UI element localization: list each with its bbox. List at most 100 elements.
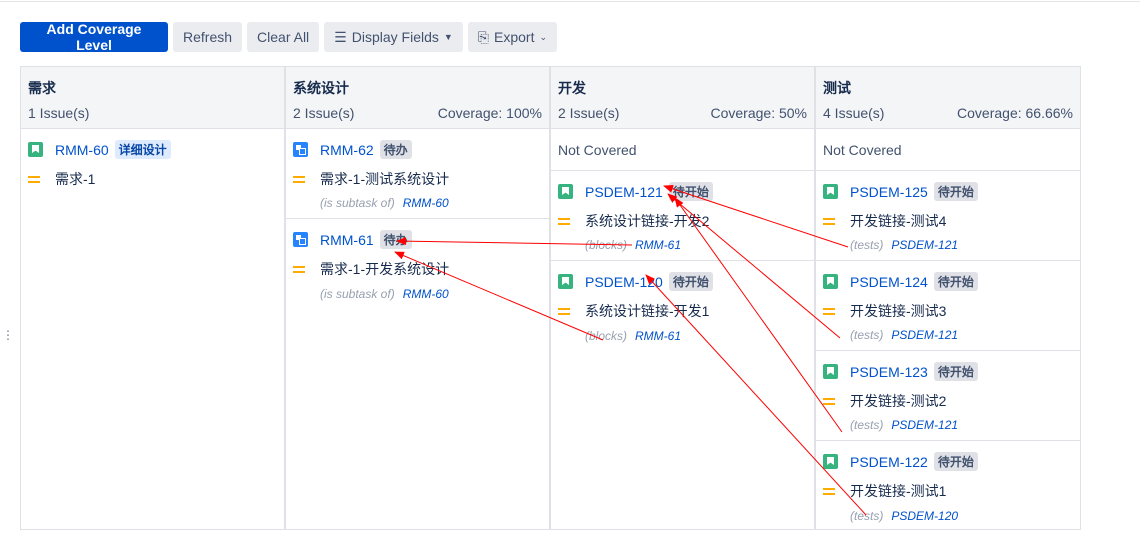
story-icon <box>558 184 573 199</box>
export-button[interactable]: ⎘ Export ⌄ <box>467 22 558 52</box>
status-badge: 详细设计 <box>114 140 171 159</box>
column-title: 系统设计 <box>293 80 349 96</box>
chevron-down-icon: ⌄ <box>539 31 548 42</box>
linked-issue-link[interactable]: RMM-61 <box>635 238 681 252</box>
status-badge: 待开始 <box>933 362 978 381</box>
status-badge: 待开始 <box>933 272 978 291</box>
coverage-column-requirements: 需求 1 Issue(s) RMM-60 详细设计 需求-1 <box>20 66 285 530</box>
linked-issue-link[interactable]: RMM-60 <box>403 196 449 210</box>
issue-card: PSDEM-120 待开始 系统设计链接-开发1 (blocks) RMM-61 <box>551 261 814 351</box>
issue-key-link[interactable]: PSDEM-121 <box>585 184 663 200</box>
priority-medium-icon <box>293 175 305 183</box>
subtask-icon <box>293 142 308 157</box>
issue-key-link[interactable]: RMM-61 <box>320 232 374 248</box>
link-relation: (is subtask of) <box>320 196 395 210</box>
story-icon <box>823 274 838 289</box>
issue-summary: 系统设计链接-开发1 <box>585 303 710 319</box>
add-coverage-level-button[interactable]: Add Coverage Level <box>20 21 168 53</box>
issue-summary: 系统设计链接-开发2 <box>585 213 710 229</box>
issue-card: PSDEM-125 待开始 开发链接-测试4 (tests) PSDEM-121 <box>816 171 1080 261</box>
issue-summary: 需求-1-测试系统设计 <box>320 171 450 187</box>
issue-key-link[interactable]: RMM-60 <box>55 142 109 158</box>
link-relation: (tests) <box>850 328 884 342</box>
status-badge: 待开始 <box>933 452 978 471</box>
issue-key-link[interactable]: PSDEM-125 <box>850 184 928 200</box>
priority-medium-icon <box>293 265 305 273</box>
issue-count: 2 Issue(s) <box>293 105 355 121</box>
not-covered-cell: Not Covered <box>551 129 814 171</box>
priority-medium-icon <box>823 307 835 315</box>
priority-medium-icon <box>823 487 835 495</box>
column-header: 系统设计 2 Issue(s) Coverage: 100% <box>286 67 549 129</box>
story-icon <box>558 274 573 289</box>
priority-medium-icon <box>558 307 570 315</box>
issue-key-link[interactable]: RMM-62 <box>320 142 374 158</box>
status-badge: 待开始 <box>668 182 713 201</box>
issue-summary: 开发链接-测试4 <box>850 213 947 229</box>
coverage-column-testing: 测试 4 Issue(s) Coverage: 66.66% Not Covered… <box>815 66 1081 530</box>
issue-card: PSDEM-121 待开始 系统设计链接-开发2 (blocks) RMM-61 <box>551 171 814 261</box>
issue-key-link[interactable]: PSDEM-120 <box>585 274 663 290</box>
coverage-column-development: 开发 2 Issue(s) Coverage: 50% Not Covered PS… <box>550 66 815 530</box>
priority-medium-icon <box>558 217 570 225</box>
issue-key-link[interactable]: PSDEM-122 <box>850 454 928 470</box>
column-title: 需求 <box>28 80 56 96</box>
issue-summary: 开发链接-测试3 <box>850 303 947 319</box>
coverage-column-system-design: 系统设计 2 Issue(s) Coverage: 100% RMM-62 待办 需求… <box>285 66 550 530</box>
link-relation: (blocks) <box>585 329 628 343</box>
linked-issue-link[interactable]: PSDEM-121 <box>891 418 958 432</box>
column-header: 开发 2 Issue(s) Coverage: 50% <box>551 67 814 129</box>
status-badge: 待办 <box>379 230 412 249</box>
coverage-value: Coverage: 66.66% <box>957 105 1073 121</box>
issue-card: PSDEM-123 待开始 开发链接-测试2 (tests) PSDEM-121 <box>816 351 1080 441</box>
linked-issue-link[interactable]: PSDEM-120 <box>891 509 958 523</box>
issue-card: RMM-61 待办 需求-1-开发系统设计 (is subtask of) RMM-… <box>286 219 549 309</box>
status-badge: 待办 <box>379 140 412 159</box>
resize-handle[interactable]: ⋮ <box>2 329 14 341</box>
status-badge: 待开始 <box>933 182 978 201</box>
issue-card: RMM-62 待办 需求-1-测试系统设计 (is subtask of) RMM-… <box>286 129 549 219</box>
display-fields-button[interactable]: ☰ Display Fields ▼ <box>324 22 463 52</box>
top-divider <box>0 1 1140 2</box>
issue-key-link[interactable]: PSDEM-123 <box>850 364 928 380</box>
not-covered-cell: Not Covered <box>816 129 1080 171</box>
priority-medium-icon <box>823 217 835 225</box>
priority-medium-icon <box>823 397 835 405</box>
link-relation: (blocks) <box>585 238 628 252</box>
link-relation: (tests) <box>850 509 884 523</box>
export-label: Export <box>494 29 535 45</box>
column-header: 测试 4 Issue(s) Coverage: 66.66% <box>816 67 1080 129</box>
status-badge: 待开始 <box>668 272 713 291</box>
issue-count: 1 Issue(s) <box>28 105 90 121</box>
story-icon <box>28 142 43 157</box>
coverage-value: Coverage: 50% <box>710 105 807 121</box>
issue-summary: 开发链接-测试1 <box>850 483 947 499</box>
issue-summary: 需求-1-开发系统设计 <box>320 261 450 277</box>
issue-card: PSDEM-124 待开始 开发链接-测试3 (tests) PSDEM-121 <box>816 261 1080 351</box>
issue-key-link[interactable]: PSDEM-124 <box>850 274 928 290</box>
issue-summary: 开发链接-测试2 <box>850 393 947 409</box>
display-fields-label: Display Fields <box>351 29 439 45</box>
linked-issue-link[interactable]: RMM-60 <box>403 287 449 301</box>
issue-count: 4 Issue(s) <box>823 105 885 121</box>
issue-count: 2 Issue(s) <box>558 105 620 121</box>
priority-medium-icon <box>28 175 40 183</box>
refresh-button[interactable]: Refresh <box>173 22 243 52</box>
list-icon: ☰ <box>334 28 347 45</box>
linked-issue-link[interactable]: PSDEM-121 <box>891 328 958 342</box>
story-icon <box>823 184 838 199</box>
linked-issue-link[interactable]: PSDEM-121 <box>891 238 958 252</box>
linked-issue-link[interactable]: RMM-61 <box>635 329 681 343</box>
clear-all-button[interactable]: Clear All <box>247 22 320 52</box>
issue-card: RMM-60 详细设计 需求-1 <box>21 129 284 529</box>
column-title: 开发 <box>558 80 586 96</box>
issue-card: PSDEM-122 待开始 开发链接-测试1 (tests) PSDEM-120 <box>816 441 1080 531</box>
issue-summary: 需求-1 <box>55 171 96 187</box>
export-icon: ⎘ <box>477 28 489 45</box>
column-title: 测试 <box>823 80 851 96</box>
story-icon <box>823 454 838 469</box>
coverage-value: Coverage: 100% <box>437 105 542 121</box>
column-header: 需求 1 Issue(s) <box>21 67 284 129</box>
toolbar: Add Coverage Level Refresh Clear All ☰ Di… <box>20 21 558 53</box>
subtask-icon <box>293 232 308 247</box>
